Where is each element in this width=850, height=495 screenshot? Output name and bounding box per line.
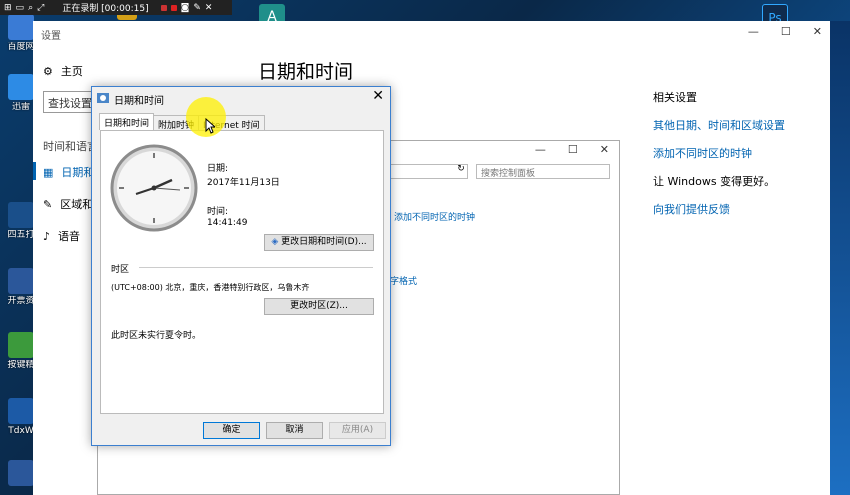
word-doc-icon — [8, 268, 34, 294]
timezone-value: (UTC+08:00) 北京，重庆，香港特别行政区，乌鲁木齐 — [111, 283, 310, 292]
link-feedback[interactable]: 向我们提供反馈 — [653, 201, 785, 217]
recorder-window-icon[interactable]: ▭ — [16, 3, 25, 13]
tab-panel: 日期: 2017年11月13日 时间: 14:41:49 ◈ 更改日期和时间(D… — [100, 130, 384, 414]
word-doc-icon — [8, 460, 34, 486]
date-value: 2017年11月13日 — [207, 178, 280, 188]
control-panel-search-input[interactable]: 搜索控制面板 — [476, 164, 610, 179]
cancel-button[interactable]: 取消 — [266, 422, 323, 439]
window-title: 设置 — [41, 31, 61, 42]
camera-icon[interactable]: ◙ — [181, 3, 190, 13]
close-icon[interactable]: ✕ — [813, 25, 822, 38]
recorder-search-icon[interactable]: ⌕ — [28, 3, 33, 13]
analog-clock-icon — [110, 144, 198, 232]
mouse-pointer-icon — [205, 118, 215, 134]
desktop-background-strip — [830, 21, 850, 495]
dst-note: 此时区未实行夏令时。 — [111, 331, 202, 341]
time-label: 时间: — [207, 207, 229, 217]
window-controls: — ☐ ✕ — [748, 25, 822, 38]
close-icon[interactable]: ✕ — [600, 143, 609, 156]
ok-button[interactable]: 确定 — [203, 422, 260, 439]
nav-item-label: 日期和 — [61, 166, 95, 179]
change-datetime-label: 更改日期和时间(D)... — [281, 237, 367, 247]
nav-item-date-time[interactable]: ▦ 日期和 — [43, 164, 94, 180]
recorder-fullscreen-icon[interactable]: ⤢ — [37, 3, 44, 13]
related-settings-title: 相关设置 — [653, 91, 697, 104]
admin-shield-icon: ◈ — [271, 237, 279, 247]
maximize-icon[interactable]: ☐ — [568, 143, 578, 156]
time-value: 14:41:49 — [207, 218, 248, 228]
tab-date-time[interactable]: 日期和时间 — [99, 113, 155, 130]
page-title: 日期和时间 — [258, 61, 354, 83]
window-controls: — ☐ ✕ — [535, 143, 609, 156]
tdxw-app-icon — [8, 398, 34, 424]
dialog-close-icon[interactable]: ✕ — [372, 88, 384, 104]
microphone-icon: ♪ — [43, 229, 51, 243]
link-add-clocks[interactable]: 添加不同时区的时钟 — [653, 145, 785, 161]
recorder-status: 正在录制 [00:00:15] — [62, 4, 149, 14]
date-label: 日期: — [207, 164, 229, 174]
link-add-clocks[interactable]: 添加不同时区的时钟 — [394, 210, 475, 223]
feedback-title: 让 Windows 变得更好。 — [653, 175, 776, 188]
change-datetime-button[interactable]: ◈ 更改日期和时间(D)... — [264, 234, 374, 251]
baidu-app-icon — [8, 14, 34, 40]
dialog-title: 日期和时间 — [114, 96, 164, 107]
minimize-icon[interactable]: — — [535, 143, 546, 156]
minimize-icon[interactable]: — — [748, 25, 759, 38]
pen-icon[interactable]: ✎ — [193, 3, 201, 13]
refresh-icon[interactable]: ↻ — [454, 164, 468, 179]
change-timezone-button[interactable]: 更改时区(Z)... — [264, 298, 374, 315]
nav-item-region[interactable]: ✎ 区域和 — [43, 196, 93, 212]
nav-item-label: 区域和 — [60, 198, 94, 211]
nav-section-title: 时间和语言 — [43, 140, 98, 153]
print-app-icon — [8, 202, 34, 228]
dialog-tabs: 日期和时间 附加时钟 Internet 时间 — [99, 113, 265, 131]
apply-button[interactable]: 应用(A) — [329, 422, 386, 439]
nav-item-speech[interactable]: ♪ 语音 — [43, 228, 80, 244]
link-other-datetime-region[interactable]: 其他日期、时间和区域设置 — [653, 117, 785, 133]
maximize-icon[interactable]: ☐ — [781, 25, 791, 38]
timezone-section-title: 时区 — [111, 265, 130, 275]
gear-icon: ⚙ — [43, 64, 53, 78]
nav-item-label: 语音 — [58, 230, 81, 243]
calendar-icon: ▦ — [43, 165, 54, 179]
globe-icon: ✎ — [43, 197, 53, 211]
pause-icon[interactable] — [160, 4, 167, 11]
datetime-app-icon — [97, 93, 109, 103]
screen-recorder-toolbar: ⊞ ▭ ⌕ ⤢ 正在录制 [00:00:15] ◙ ✎ ✕ — [0, 0, 232, 15]
recorder-menu-icon[interactable]: ⊞ — [4, 3, 12, 13]
nav-active-indicator — [33, 162, 36, 180]
section-divider — [139, 267, 373, 268]
nav-home-label: 主页 — [60, 65, 83, 78]
keywizard-app-icon — [8, 332, 34, 358]
stop-icon[interactable] — [170, 4, 177, 11]
close-icon[interactable]: ✕ — [205, 3, 213, 13]
xunlei-app-icon — [8, 74, 34, 100]
nav-home[interactable]: ⚙ 主页 — [43, 63, 83, 79]
link-number-format[interactable]: 字格式 — [390, 274, 417, 287]
date-time-dialog: 日期和时间 ✕ 日期和时间 附加时钟 Internet 时间 日期: 2017年… — [91, 86, 391, 446]
related-settings: 相关设置 其他日期、时间和区域设置 添加不同时区的时钟 让 Windows 变得… — [653, 89, 785, 229]
